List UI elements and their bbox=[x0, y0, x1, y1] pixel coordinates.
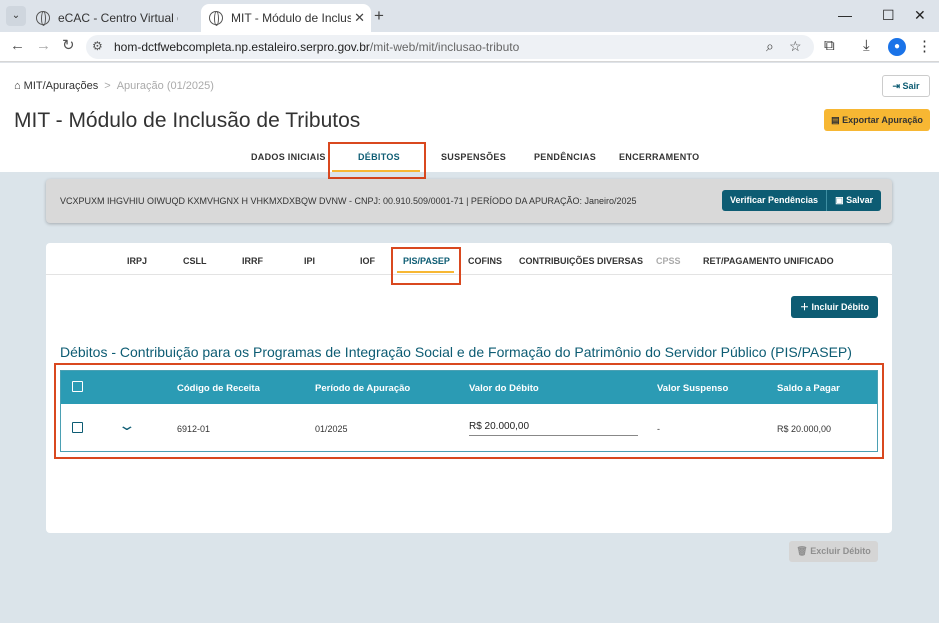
globe-icon bbox=[36, 11, 50, 26]
minimize-icon[interactable]: — bbox=[838, 6, 852, 24]
tab-iof[interactable]: IOF bbox=[360, 256, 375, 266]
site-info-icon[interactable]: ⚙ bbox=[92, 39, 103, 53]
highlight-box-debitos bbox=[328, 142, 426, 179]
tab-encerramento[interactable]: ENCERRAMENTO bbox=[619, 152, 699, 162]
tab-title: eCAC - Centro Virtual de Atendimento bbox=[58, 11, 178, 25]
debitos-card: IRPJ CSLL IRRF IPI IOF PIS/PASEP COFINS … bbox=[46, 243, 892, 562]
tab-title: MIT - Módulo de Inclusão de Tributos bbox=[231, 11, 351, 25]
tab-dados-iniciais[interactable]: DADOS INICIAIS bbox=[251, 152, 326, 162]
tab-ret-pagamento-unificado[interactable]: RET/PAGAMENTO UNIFICADO bbox=[703, 256, 834, 266]
excluir-debito-button: 🗑 Excluir Débito bbox=[789, 541, 878, 562]
export-button[interactable]: ▤ Exportar Apuração bbox=[824, 109, 930, 131]
browser-tab-bar: ⌄ eCAC - Centro Virtual de Atendimento M… bbox=[0, 0, 939, 32]
tab-csll[interactable]: CSLL bbox=[183, 256, 207, 266]
section-title: Débitos - Contribuição para os Programas… bbox=[60, 344, 852, 360]
browser-tab-mit[interactable]: MIT - Módulo de Inclusão de Tributos ✕ bbox=[201, 4, 371, 32]
incluir-debito-button[interactable]: ＋ Incluir Débito bbox=[791, 296, 878, 318]
highlight-box-table bbox=[54, 363, 884, 459]
plus-icon: ＋ bbox=[799, 302, 809, 312]
sair-label: Sair bbox=[902, 81, 920, 91]
breadcrumb-separator: > bbox=[104, 80, 111, 92]
globe-icon bbox=[209, 11, 223, 26]
close-window-icon[interactable]: ✕ bbox=[914, 6, 926, 24]
highlight-box-pis-pasep bbox=[391, 247, 461, 285]
extensions-icon[interactable]: ⧉ bbox=[824, 37, 835, 54]
action-button-group: Verificar Pendências ▣ Salvar bbox=[722, 190, 882, 211]
contribuinte-info: VCXPUXM IHGVHIU OIWUQD KXMVHGNX H VHKMXD… bbox=[60, 196, 637, 206]
incluir-label: Incluir Débito bbox=[811, 302, 870, 312]
page-header: ⌂ MIT/Apurações > Apuração (01/2025) ⇥ Sair… bbox=[0, 63, 939, 172]
maximize-icon[interactable]: ☐ bbox=[882, 6, 895, 24]
tab-contribuicoes-diversas[interactable]: CONTRIBUIÇÕES DIVERSAS bbox=[519, 256, 643, 266]
export-file-icon: ▤ bbox=[831, 115, 840, 125]
page-title: MIT - Módulo de Inclusão de Tributos bbox=[14, 109, 361, 132]
sair-button[interactable]: ⇥ Sair bbox=[882, 75, 930, 97]
tab-search-icon[interactable]: ⌄ bbox=[6, 6, 26, 26]
info-bar: VCXPUXM IHGVHIU OIWUQD KXMVHGNX H VHKMXD… bbox=[46, 179, 892, 223]
close-tab-icon[interactable]: ✕ bbox=[354, 4, 365, 32]
main-tabs: DADOS INICIAIS DÉBITOS SUSPENSÕES PENDÊN… bbox=[0, 146, 939, 172]
breadcrumb-home[interactable]: MIT/Apurações bbox=[24, 80, 99, 92]
address-bar[interactable]: ⚙ hom-dctfwebcompleta.np.estaleiro.serpr… bbox=[86, 35, 814, 59]
export-label: Exportar Apuração bbox=[842, 115, 923, 125]
menu-dots-icon[interactable]: ⋮ bbox=[917, 37, 932, 55]
tab-pendencias[interactable]: PENDÊNCIAS bbox=[534, 152, 596, 162]
trash-icon: 🗑 bbox=[796, 546, 808, 556]
tab-irpj[interactable]: IRPJ bbox=[127, 256, 147, 266]
back-icon[interactable]: ← bbox=[10, 38, 25, 54]
excluir-label: Excluir Débito bbox=[810, 546, 871, 556]
tab-cofins[interactable]: COFINS bbox=[468, 256, 502, 266]
breadcrumb: ⌂ MIT/Apurações > Apuração (01/2025) bbox=[14, 80, 214, 92]
browser-toolbar: ← → ↻ ⚙ hom-dctfwebcompleta.np.estaleiro… bbox=[0, 32, 939, 62]
reload-icon[interactable]: ↻ bbox=[62, 38, 75, 54]
browser-tab-ecac[interactable]: eCAC - Centro Virtual de Atendimento bbox=[28, 4, 200, 32]
tab-ipi[interactable]: IPI bbox=[304, 256, 315, 266]
tab-suspensoes[interactable]: SUSPENSÕES bbox=[441, 152, 506, 162]
home-icon[interactable]: ⌂ bbox=[14, 80, 21, 92]
tab-irrf[interactable]: IRRF bbox=[242, 256, 263, 266]
forward-icon[interactable]: → bbox=[36, 38, 51, 54]
breadcrumb-current: Apuração (01/2025) bbox=[116, 80, 214, 92]
profile-avatar-icon[interactable]: ● bbox=[888, 38, 906, 56]
exit-icon: ⇥ bbox=[892, 81, 900, 91]
tab-cpss: CPSS bbox=[656, 256, 681, 266]
save-icon: ▣ bbox=[835, 195, 844, 205]
verificar-pendencias-button[interactable]: Verificar Pendências bbox=[722, 190, 826, 211]
page: ⌂ MIT/Apurações > Apuração (01/2025) ⇥ Sair… bbox=[0, 63, 939, 623]
tributo-tabs: IRPJ CSLL IRRF IPI IOF PIS/PASEP COFINS … bbox=[46, 243, 892, 275]
salvar-label: Salvar bbox=[846, 195, 874, 205]
salvar-button[interactable]: ▣ Salvar bbox=[826, 190, 881, 211]
download-icon[interactable]: ⤓ bbox=[863, 37, 870, 54]
new-tab-icon[interactable]: + bbox=[374, 6, 384, 26]
bookmark-star-icon[interactable]: ☆ bbox=[789, 38, 802, 55]
url-text: hom-dctfwebcompleta.np.estaleiro.serpro.… bbox=[114, 40, 520, 54]
zoom-icon[interactable]: ⌕ bbox=[766, 38, 774, 55]
